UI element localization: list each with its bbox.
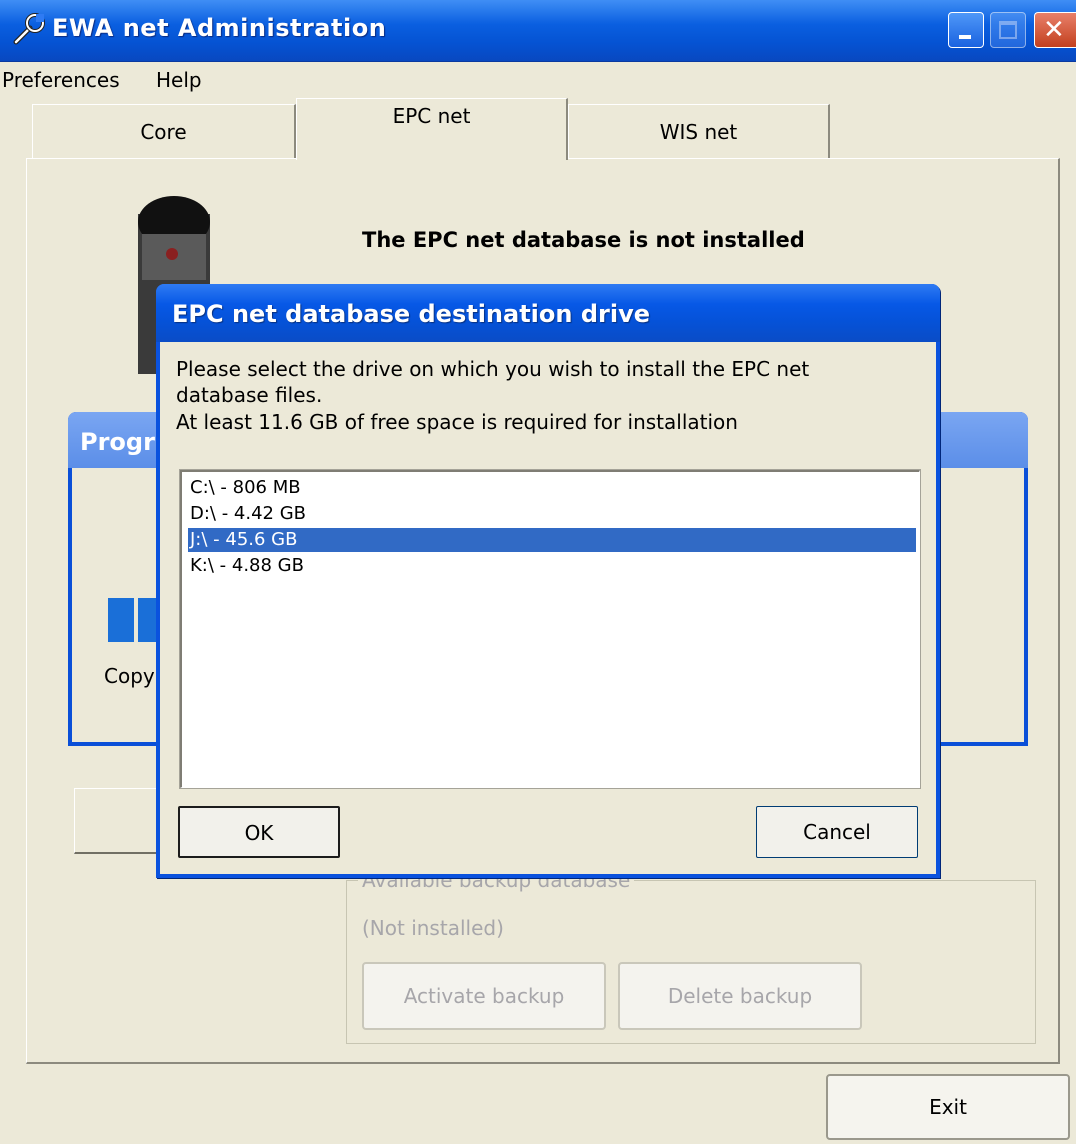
ok-button[interactable]: OK [178, 806, 340, 858]
destination-drive-dialog: EPC net database destination drive Pleas… [156, 284, 940, 878]
drive-item-j[interactable]: J:\ - 45.6 GB [188, 528, 916, 552]
dialog-title-bar[interactable]: EPC net database destination drive [156, 284, 940, 342]
window-title: EWA net Administration [52, 14, 387, 42]
tab-core[interactable]: Core [32, 104, 296, 158]
menu-help[interactable]: Help [156, 68, 202, 92]
maximize-button[interactable] [990, 12, 1026, 48]
wrench-icon [13, 13, 45, 45]
progress-copy-label: Copy [104, 664, 155, 688]
drive-item-d[interactable]: D:\ - 4.42 GB [188, 502, 916, 526]
cancel-button[interactable]: Cancel [756, 806, 918, 858]
tab-wis-net[interactable]: WIS net [568, 104, 830, 158]
menu-bar: Preferences Help [0, 62, 1076, 98]
dialog-title: EPC net database destination drive [172, 300, 650, 328]
tab-epc-net[interactable]: EPC net [296, 98, 568, 160]
progress-block [108, 598, 134, 642]
drive-item-k[interactable]: K:\ - 4.88 GB [188, 554, 916, 578]
close-icon: ✕ [1043, 15, 1065, 45]
minimize-icon [959, 35, 971, 39]
dialog-body: Please select the drive on which you wis… [160, 342, 936, 874]
delete-backup-button[interactable]: Delete backup [618, 962, 862, 1030]
menu-preferences[interactable]: Preferences [2, 68, 120, 92]
minimize-button[interactable] [948, 12, 984, 48]
dialog-requirement: At least 11.6 GB of free space is requir… [176, 410, 738, 434]
close-button[interactable]: ✕ [1034, 12, 1076, 48]
activate-backup-button[interactable]: Activate backup [362, 962, 606, 1030]
epc-status-text: The EPC net database is not installed [362, 228, 805, 252]
drive-item-c[interactable]: C:\ - 806 MB [188, 476, 916, 500]
backup-status: (Not installed) [362, 916, 504, 940]
progress-title: Progr [80, 428, 155, 456]
exit-button[interactable]: Exit [826, 1074, 1070, 1140]
title-bar[interactable]: EWA net Administration ✕ [0, 0, 1076, 62]
dialog-message: Please select the drive on which you wis… [176, 357, 810, 407]
drive-list[interactable]: C:\ - 806 MB D:\ - 4.42 GB J:\ - 45.6 GB… [179, 469, 921, 789]
tab-epc-net-label: EPC net [392, 104, 471, 128]
maximize-icon [999, 21, 1017, 39]
